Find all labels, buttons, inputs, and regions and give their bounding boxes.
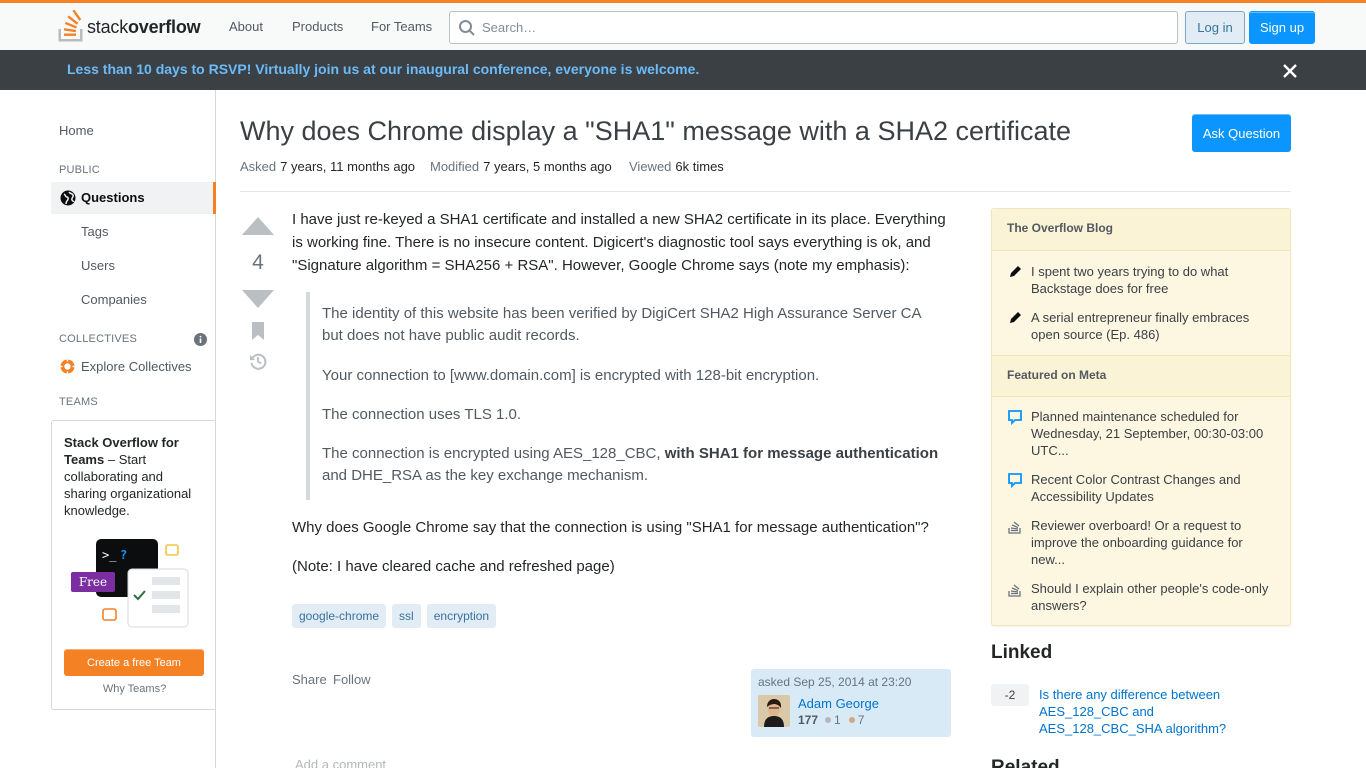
avatar[interactable] bbox=[758, 695, 790, 727]
blog-title: The Overflow Blog bbox=[992, 209, 1290, 251]
top-bar: stackoverflow About Products For Teams L… bbox=[0, 0, 1366, 50]
blog-item[interactable]: I spent two years trying to do what Back… bbox=[1007, 263, 1277, 297]
signup-button[interactable]: Sign up bbox=[1249, 11, 1315, 44]
meta-item[interactable]: Reviewer overboard! Or a request to impr… bbox=[1007, 517, 1277, 568]
sidebar-item-home[interactable]: Home bbox=[59, 123, 94, 138]
stackoverflow-logo[interactable]: stackoverflow bbox=[58, 10, 201, 42]
quote-line: The connection is encrypted using AES_12… bbox=[322, 445, 939, 484]
globe-icon bbox=[60, 190, 76, 206]
downvote-icon[interactable] bbox=[242, 290, 274, 308]
linked-title: Linked bbox=[991, 642, 1053, 663]
explore-collectives-link[interactable]: Explore Collectives bbox=[59, 357, 192, 375]
blockquote: The identity of this website has been ve… bbox=[306, 292, 946, 500]
history-icon[interactable] bbox=[249, 352, 267, 370]
meta-asked: Asked 7 years, 11 months ago bbox=[240, 159, 416, 174]
add-comment-link[interactable]: Add a comment bbox=[295, 757, 386, 768]
tag-google-chrome[interactable]: google-chrome bbox=[292, 604, 387, 628]
svg-text:>_: >_ bbox=[102, 548, 117, 562]
section-public: PUBLIC bbox=[59, 164, 100, 176]
meta-title: Featured on Meta bbox=[992, 355, 1290, 397]
section-teams: TEAMS bbox=[59, 396, 98, 408]
bronze-badge-icon bbox=[848, 717, 855, 723]
announcement-banner: Less than 10 days to RSVP! Virtually joi… bbox=[0, 50, 1366, 90]
quote-line: The connection uses TLS 1.0. bbox=[322, 406, 522, 423]
post-paragraph: I have just re-keyed a SHA1 certificate … bbox=[292, 211, 946, 274]
create-team-button[interactable]: Create a free Team bbox=[64, 649, 204, 676]
quote-line: Your connection to [www.domain.com] is e… bbox=[322, 367, 820, 384]
nav-about[interactable]: About bbox=[229, 19, 263, 34]
search-box[interactable] bbox=[449, 11, 1178, 44]
tag-list: google-chrome ssl encryption bbox=[292, 604, 497, 628]
teams-promo-text: Stack Overflow for Teams – Start collabo… bbox=[64, 435, 192, 518]
follow-link[interactable]: Follow bbox=[333, 672, 371, 687]
svg-text:?: ? bbox=[120, 548, 127, 562]
related-title: Related bbox=[991, 757, 1060, 768]
collectives-icon bbox=[59, 358, 76, 374]
nav-for-teams[interactable]: For Teams bbox=[371, 19, 432, 34]
tag-ssl[interactable]: ssl bbox=[392, 604, 421, 628]
page-title[interactable]: Why does Chrome display a "SHA1" message… bbox=[240, 116, 1071, 147]
pencil-icon bbox=[1010, 312, 1021, 323]
quote-line: The identity of this website has been ve… bbox=[322, 305, 921, 344]
left-sidebar: Home PUBLIC Questions Tags Users Compani… bbox=[0, 90, 216, 768]
post-paragraph: Why does Google Chrome say that the conn… bbox=[292, 519, 929, 536]
upvote-icon[interactable] bbox=[242, 217, 274, 235]
blog-item[interactable]: A serial entrepreneur finally embraces o… bbox=[1007, 309, 1277, 343]
search-icon bbox=[459, 20, 475, 36]
user-reputation: 177 1 7 bbox=[798, 713, 865, 727]
blog-widget: The Overflow Blog I spent two years tryi… bbox=[991, 208, 1291, 626]
tag-encryption[interactable]: encryption bbox=[426, 604, 497, 628]
nav-products[interactable]: Products bbox=[292, 19, 343, 34]
share-link[interactable]: Share bbox=[292, 672, 327, 687]
meta-item[interactable]: Should I explain other people's code-onl… bbox=[1007, 580, 1277, 614]
section-collectives: COLLECTIVES bbox=[59, 333, 138, 345]
ask-question-button[interactable]: Ask Question bbox=[1192, 114, 1291, 152]
bookmark-icon[interactable] bbox=[250, 322, 266, 340]
teams-promo: Stack Overflow for Teams – Start collabo… bbox=[51, 420, 216, 710]
pencil-icon bbox=[1010, 266, 1021, 277]
sidebar-item-users[interactable]: Users bbox=[81, 258, 115, 273]
silver-badge-icon bbox=[825, 717, 832, 723]
free-badge-visual: Free bbox=[71, 572, 115, 592]
asked-timestamp: asked Sep 25, 2014 at 23:20 bbox=[758, 675, 912, 689]
sidebar-item-questions[interactable]: Questions bbox=[51, 182, 216, 214]
sidebar-item-label: Questions bbox=[81, 190, 145, 205]
search-input[interactable] bbox=[482, 12, 1162, 43]
meta-viewed: Viewed 6k times bbox=[629, 159, 724, 174]
chat-bubble-icon bbox=[1008, 410, 1022, 425]
close-icon[interactable] bbox=[1280, 61, 1300, 81]
stack-logo-icon bbox=[1008, 521, 1021, 534]
logo-text: stackoverflow bbox=[87, 17, 201, 37]
sidebar-item-tags[interactable]: Tags bbox=[81, 224, 108, 239]
meta-item[interactable]: Planned maintenance scheduled for Wednes… bbox=[1007, 408, 1277, 459]
linked-question-link[interactable]: Is there any difference between AES_128_… bbox=[1039, 686, 1279, 737]
meta-item[interactable]: Recent Color Contrast Changes and Access… bbox=[1007, 471, 1277, 505]
linked-score: -2 bbox=[991, 684, 1029, 706]
login-button[interactable]: Log in bbox=[1185, 11, 1245, 44]
sidebar-item-companies[interactable]: Companies bbox=[81, 292, 147, 307]
stack-logo-icon bbox=[1008, 584, 1021, 597]
divider bbox=[240, 191, 1291, 192]
explore-collectives-label: Explore Collectives bbox=[81, 358, 192, 374]
post-paragraph: (Note: I have cleared cache and refreshe… bbox=[292, 558, 615, 575]
chat-bubble-icon bbox=[1008, 473, 1022, 488]
stack-logo-icon bbox=[58, 10, 83, 42]
info-icon[interactable] bbox=[194, 333, 207, 346]
banner-link[interactable]: Less than 10 days to RSVP! Virtually joi… bbox=[67, 61, 699, 77]
why-teams-link[interactable]: Why Teams? bbox=[52, 683, 217, 695]
user-card: asked Sep 25, 2014 at 23:20 Adam George … bbox=[751, 669, 951, 737]
vote-count: 4 bbox=[252, 251, 264, 274]
user-name[interactable]: Adam George bbox=[798, 696, 879, 711]
meta-modified: Modified 7 years, 5 months ago bbox=[430, 159, 612, 174]
